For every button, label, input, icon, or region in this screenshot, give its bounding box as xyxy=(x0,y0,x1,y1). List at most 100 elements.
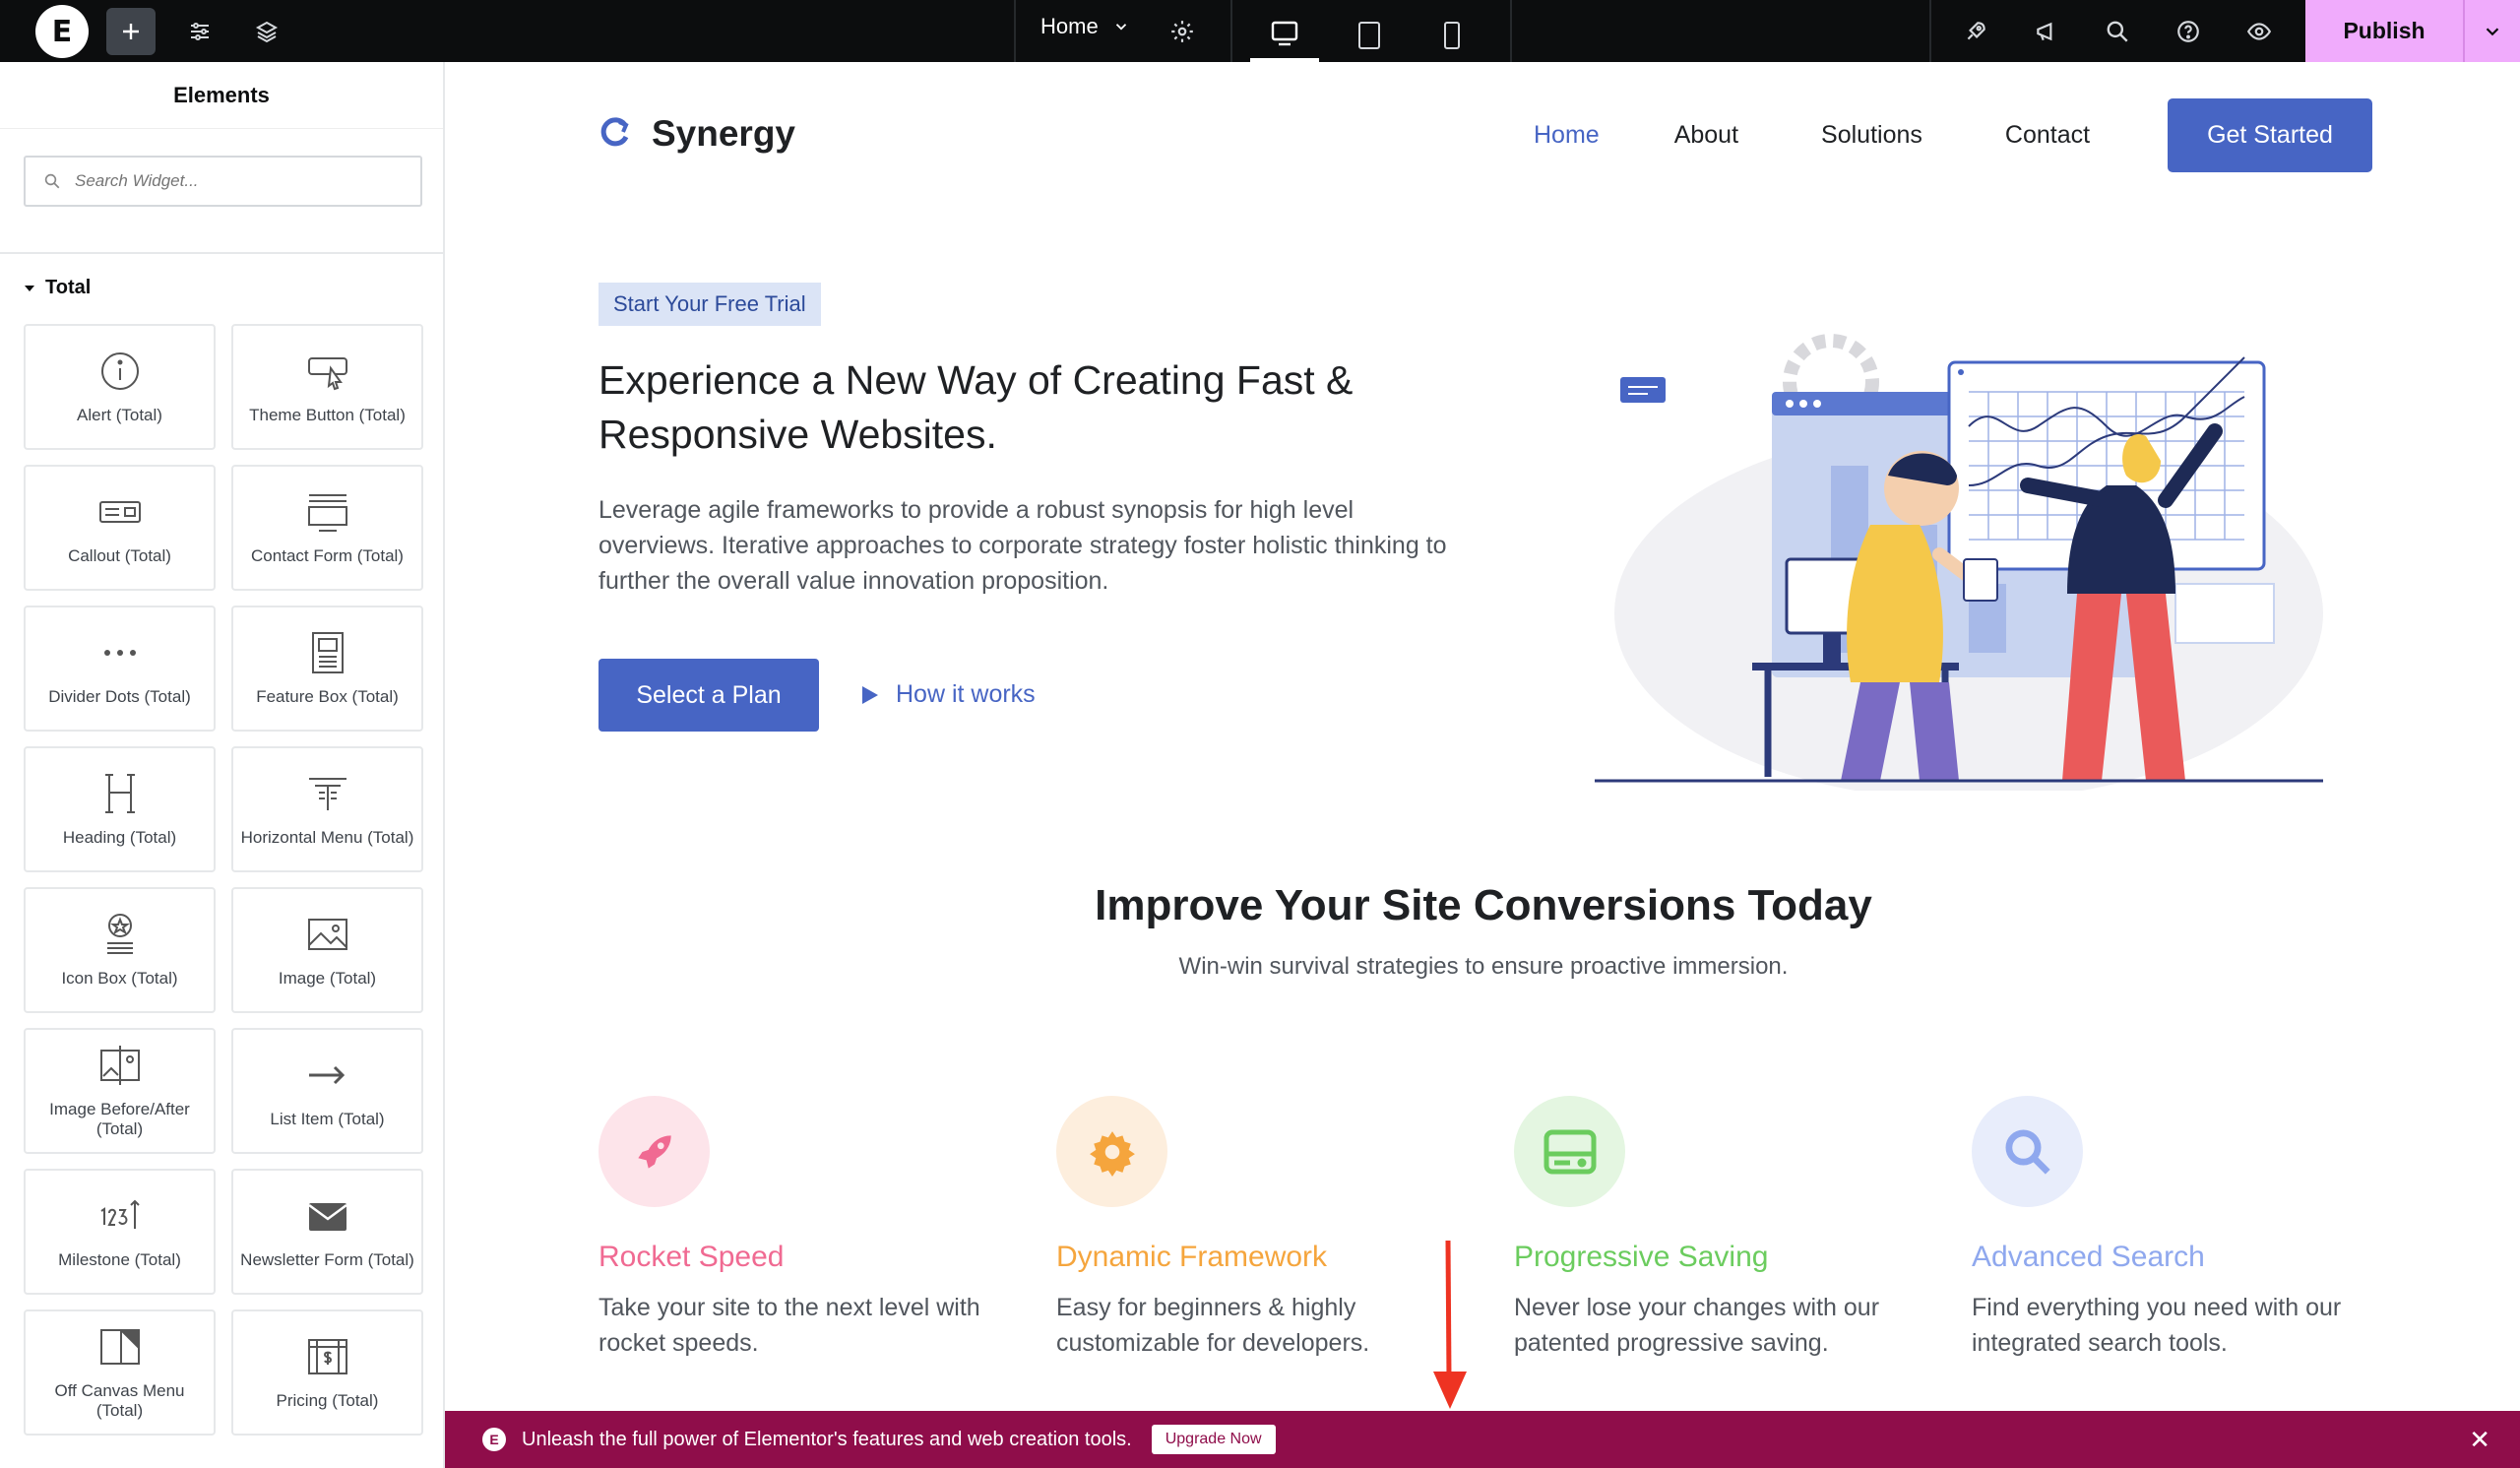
gear-icon xyxy=(1089,1130,1135,1177)
upgrade-now-button[interactable]: Upgrade Now xyxy=(1151,1425,1276,1454)
play-icon xyxy=(862,685,878,704)
feature-text: Easy for beginners & highly customizable… xyxy=(1056,1294,1370,1357)
widget-off-canvas-menu[interactable]: Off Canvas Menu (Total) xyxy=(24,1309,216,1436)
sliders-icon xyxy=(191,23,209,40)
tablet-view-button[interactable] xyxy=(1335,8,1404,62)
widget-label: Image (Total) xyxy=(278,969,377,988)
page-canvas: Synergy Home About Solutions Contact Get… xyxy=(447,62,2520,1411)
widget-alert[interactable]: Alert (Total) xyxy=(24,324,216,450)
widget-list-item[interactable]: List Item (Total) xyxy=(231,1028,423,1154)
widget-image[interactable]: Image (Total) xyxy=(231,887,423,1013)
widget-label: Pricing (Total) xyxy=(276,1391,379,1410)
envelope-icon xyxy=(307,1203,347,1231)
get-started-button[interactable]: Get Started xyxy=(2168,98,2372,172)
arrow-right-icon xyxy=(308,1065,345,1085)
eye-icon xyxy=(2246,23,2272,40)
widget-milestone[interactable]: Milestone (Total) xyxy=(24,1169,216,1295)
widget-image-before-after[interactable]: Image Before/After (Total) xyxy=(24,1028,216,1154)
logo-mark-icon xyxy=(600,117,629,147)
desktop-icon xyxy=(1271,21,1298,45)
how-it-works-link[interactable]: How it works xyxy=(860,680,1036,709)
feature-title: Dynamic Framework xyxy=(1056,1241,1328,1273)
feature-icon-circle xyxy=(1972,1096,2083,1207)
widget-label: Callout (Total) xyxy=(68,546,171,565)
widget-divider-dots[interactable]: Divider Dots (Total) xyxy=(24,606,216,732)
add-element-button[interactable] xyxy=(106,8,156,55)
widget-label: Divider Dots (Total) xyxy=(48,687,191,706)
feature-title: Rocket Speed xyxy=(598,1241,785,1273)
widget-label: List Item (Total) xyxy=(270,1110,385,1128)
category-toggle[interactable]: Total xyxy=(24,277,91,299)
callout-icon xyxy=(98,501,141,523)
feature-text: Find everything you need with our integr… xyxy=(1972,1294,2342,1357)
panel-title: Elements xyxy=(0,62,443,129)
elementor-logo-button[interactable]: E xyxy=(35,5,89,58)
search-icon xyxy=(44,173,60,189)
caret-down-icon xyxy=(25,285,34,291)
site-logo[interactable]: Synergy xyxy=(598,113,795,155)
structure-button[interactable] xyxy=(242,8,291,55)
layers-icon xyxy=(255,21,279,43)
tablet-icon xyxy=(1358,21,1380,49)
nav-contact[interactable]: Contact xyxy=(2005,121,2090,150)
widget-label: Milestone (Total) xyxy=(58,1250,181,1269)
feature-icon-circle xyxy=(598,1096,710,1207)
widget-label: Contact Form (Total) xyxy=(251,546,404,565)
publish-button[interactable]: Publish xyxy=(2305,18,2463,44)
elementor-logo-icon: E xyxy=(51,14,73,49)
off-canvas-icon xyxy=(99,1329,140,1365)
widget-label: Horizontal Menu (Total) xyxy=(240,828,414,847)
widget-horizontal-menu[interactable]: Horizontal Menu (Total) xyxy=(231,746,423,872)
widget-feature-box[interactable]: Feature Box (Total) xyxy=(231,606,423,732)
publish-options-button[interactable] xyxy=(2463,0,2520,62)
mobile-view-button[interactable] xyxy=(1418,8,1486,62)
widget-newsletter-form[interactable]: Newsletter Form (Total) xyxy=(231,1169,423,1295)
help-button[interactable] xyxy=(2164,8,2213,55)
page-selector[interactable]: Home xyxy=(1040,14,1130,39)
hero-title: Experience a New Way of Creating Fast & … xyxy=(598,357,1354,457)
megaphone-icon xyxy=(2037,22,2052,41)
page-name: Home xyxy=(1040,14,1099,38)
info-circle-icon xyxy=(100,352,139,390)
dots-icon xyxy=(103,650,136,656)
cursor-button-icon xyxy=(307,357,347,391)
close-icon[interactable]: ✕ xyxy=(2469,1425,2490,1455)
search-input[interactable] xyxy=(75,171,400,191)
site-launch-button[interactable] xyxy=(1951,8,2000,55)
section-subtitle: Win-win survival strategies to ensure pr… xyxy=(1178,953,1789,980)
widget-label: Icon Box (Total) xyxy=(61,969,178,988)
notifications-button[interactable] xyxy=(2022,8,2071,55)
feature-icon-circle xyxy=(1514,1096,1625,1207)
widget-contact-form[interactable]: Contact Form (Total) xyxy=(231,465,423,591)
feature-advanced-search: Advanced Search Find everything you need… xyxy=(1972,1096,2385,1361)
widget-callout[interactable]: Callout (Total) xyxy=(24,465,216,591)
widget-search[interactable] xyxy=(24,156,422,207)
desktop-view-button[interactable] xyxy=(1250,8,1319,62)
image-icon xyxy=(307,919,347,950)
widget-heading[interactable]: Heading (Total) xyxy=(24,746,216,872)
widget-label: Theme Button (Total) xyxy=(249,406,406,424)
topbar-divider xyxy=(1014,0,1016,62)
hero-text: Leverage agile frameworks to provide a r… xyxy=(598,496,1447,595)
gear-icon xyxy=(1171,21,1193,42)
select-plan-button[interactable]: Select a Plan xyxy=(598,659,819,732)
widget-theme-button[interactable]: Theme Button (Total) xyxy=(231,324,423,450)
banner-message: Unleash the full power of Elementor's fe… xyxy=(522,1428,1132,1450)
site-settings-button[interactable] xyxy=(175,8,224,55)
nav-solutions[interactable]: Solutions xyxy=(1821,121,1922,150)
feature-rocket-speed: Rocket Speed Take your site to the next … xyxy=(598,1096,1012,1361)
logo-text: Synergy xyxy=(652,113,796,154)
panel-divider xyxy=(0,252,443,254)
widget-label: Feature Box (Total) xyxy=(256,687,399,706)
finder-button[interactable] xyxy=(2093,8,2142,55)
help-icon xyxy=(2177,21,2199,42)
feature-text: Take your site to the next level with ro… xyxy=(598,1294,980,1357)
nav-home[interactable]: Home xyxy=(1534,121,1600,150)
preview-button[interactable] xyxy=(2235,8,2284,55)
page-settings-button[interactable] xyxy=(1158,8,1207,55)
editor-topbar: E Home Publish xyxy=(0,0,2520,62)
topbar-divider xyxy=(1929,0,1931,62)
nav-about[interactable]: About xyxy=(1674,121,1738,150)
widget-icon-box[interactable]: Icon Box (Total) xyxy=(24,887,216,1013)
widget-pricing[interactable]: Pricing (Total) xyxy=(231,1309,423,1436)
